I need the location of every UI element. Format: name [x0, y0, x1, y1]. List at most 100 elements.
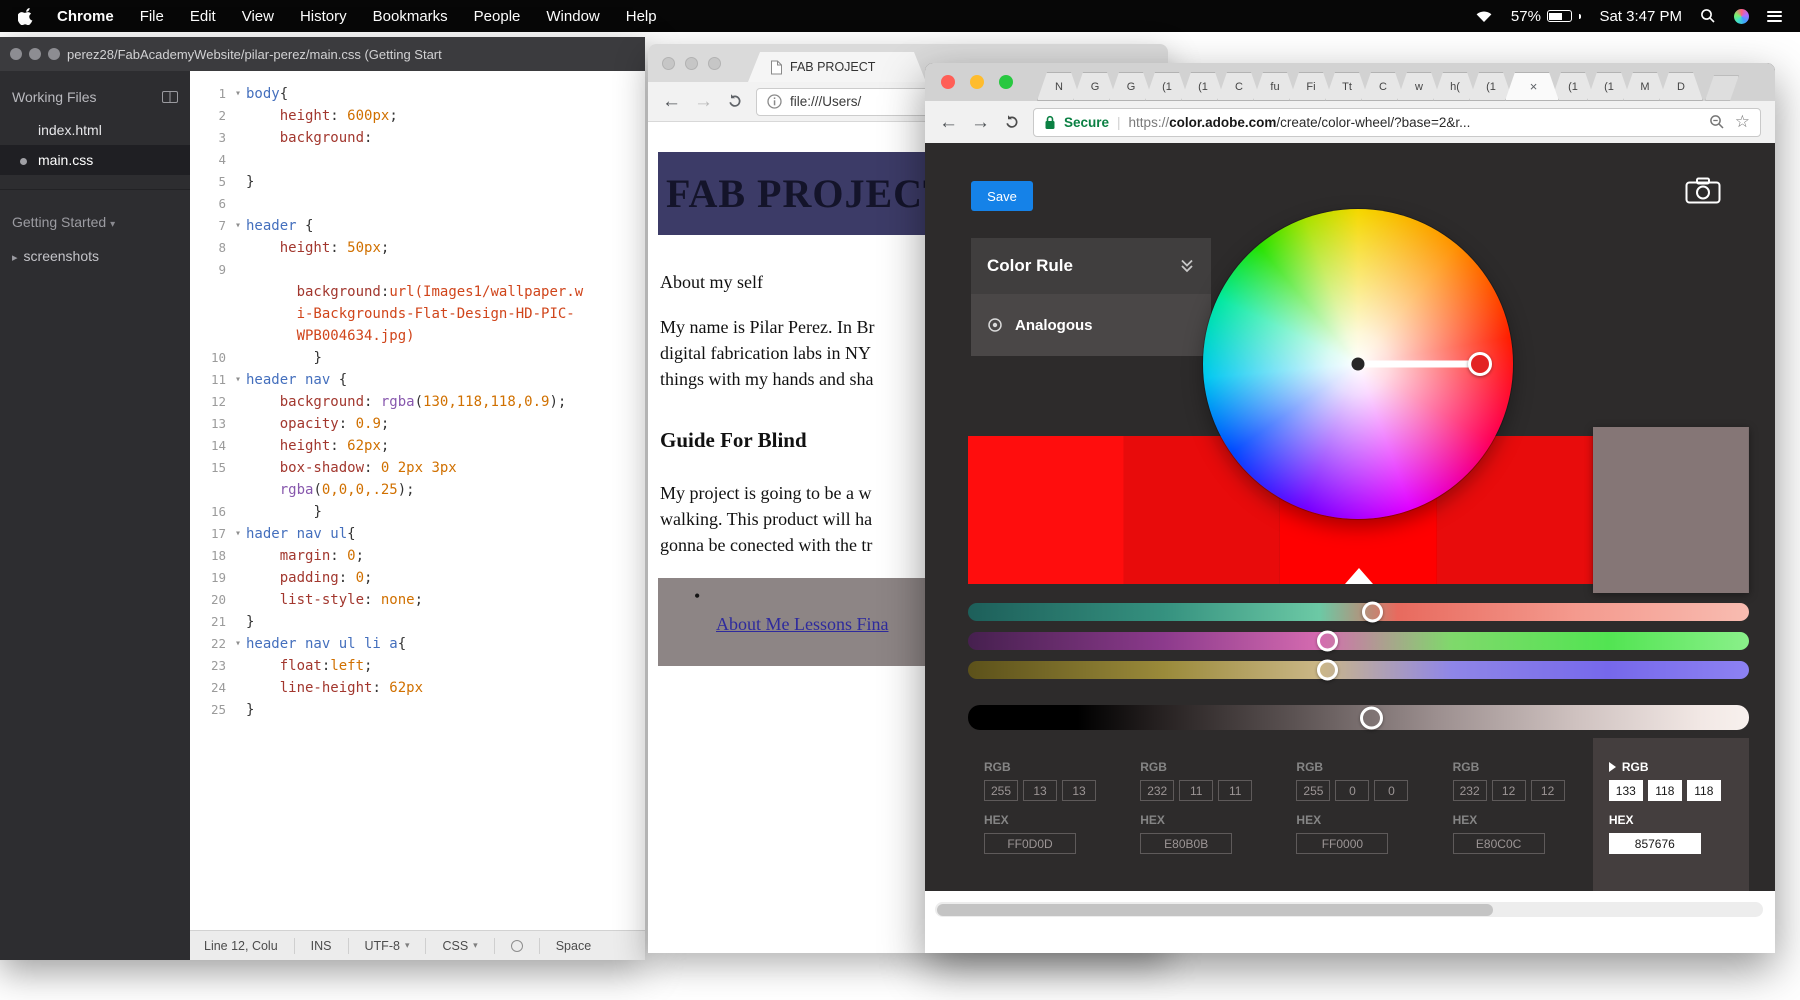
rgb-value-box[interactable]: 13 [1023, 780, 1057, 801]
split-view-icon[interactable] [162, 91, 178, 103]
browser-tab[interactable]: D [1659, 72, 1703, 101]
hex-value-box[interactable]: E80C0C [1452, 833, 1545, 854]
wifi-icon[interactable] [1475, 9, 1493, 23]
rgb-value-box[interactable]: 11 [1218, 780, 1253, 801]
statusbar-item[interactable]: Space [556, 939, 591, 953]
hex-value-box[interactable]: E80B0B [1140, 833, 1233, 854]
statusbar-item[interactable]: INS [311, 939, 332, 953]
scrollbar-thumb[interactable] [937, 903, 1493, 916]
rgb-value-box[interactable]: 232 [1452, 780, 1487, 801]
brightness-slider[interactable] [968, 705, 1749, 730]
info-icon[interactable] [767, 94, 782, 109]
notification-list-icon[interactable] [1767, 8, 1782, 24]
editor-titlebar[interactable]: perez28/FabAcademyWebsite/pilar-perez/ma… [0, 37, 645, 71]
siri-icon[interactable] [1734, 8, 1749, 24]
sidebar-folder-screenshots[interactable]: ▸ screenshots [0, 238, 190, 274]
color-swatch[interactable] [1592, 427, 1750, 593]
color-wheel[interactable] [1203, 209, 1513, 519]
close-window-icon[interactable] [662, 57, 675, 70]
menu-item-edit[interactable]: Edit [190, 8, 216, 25]
rgb-value-box[interactable]: 133 [1608, 780, 1643, 801]
tab-close-icon[interactable]: × [1530, 79, 1538, 94]
zoom-window-icon[interactable] [708, 57, 721, 70]
statusbar-item[interactable]: CSS ▾ [442, 939, 477, 953]
adobe-url-bar[interactable]: Secure | https://color.adobe.com/create/… [1033, 107, 1761, 137]
slider-handle[interactable] [1360, 706, 1383, 729]
close-window-icon[interactable] [941, 75, 955, 89]
browser-tab[interactable]: C [1217, 72, 1261, 101]
back-icon[interactable]: ← [662, 92, 681, 111]
slider-handle[interactable] [1362, 601, 1383, 623]
minimize-window-icon[interactable] [29, 48, 41, 60]
browser-tab[interactable]: N [1037, 72, 1081, 101]
browser-tab[interactable]: h( [1433, 72, 1477, 101]
hue-slider-3[interactable] [968, 659, 1749, 681]
code-editor[interactable]: 1 ▾ body{2 height: 600px; 3 background: 4 5} 6… [190, 71, 645, 930]
active-app-name[interactable]: Chrome [57, 8, 114, 25]
rgb-value-box[interactable]: 11 [1179, 780, 1214, 801]
search-icon[interactable] [1700, 8, 1716, 24]
reload-icon[interactable] [726, 93, 743, 110]
apple-icon[interactable] [18, 7, 33, 25]
forward-icon[interactable]: → [694, 92, 713, 111]
sidebar-file-index.html[interactable]: index.html [0, 115, 190, 145]
sidebar-file-main.css[interactable]: main.css [0, 145, 190, 175]
rgb-value-box[interactable]: 0 [1374, 780, 1409, 801]
horizontal-scrollbar[interactable] [935, 902, 1763, 917]
browser-tab-active[interactable]: × [1505, 72, 1559, 101]
browser-tab[interactable]: M [1623, 72, 1667, 101]
menu-item-help[interactable]: Help [626, 8, 657, 25]
rgb-value-box[interactable]: 255 [984, 780, 1018, 801]
color-rule-header[interactable]: Color Rule [971, 238, 1211, 294]
browser-tab-fab-project[interactable]: FAB PROJECT [748, 52, 926, 82]
browser-tab[interactable]: (1 [1551, 72, 1595, 101]
zoom-window-icon[interactable] [999, 75, 1013, 89]
wheel-pointer-handle[interactable] [1468, 352, 1492, 376]
hue-slider-2[interactable] [968, 630, 1749, 652]
zoom-icon[interactable] [1709, 114, 1725, 130]
menu-item-people[interactable]: People [474, 8, 521, 25]
battery-indicator[interactable]: 57% [1511, 8, 1582, 25]
hex-value-box[interactable]: FF0000 [1296, 833, 1389, 854]
slider-handle[interactable] [1317, 630, 1338, 652]
rule-option-analogous[interactable]: Analogous [971, 294, 1211, 356]
browser-tab[interactable]: Fi [1289, 72, 1333, 101]
browser-tab[interactable]: w [1397, 72, 1441, 101]
camera-icon[interactable] [1685, 177, 1721, 204]
browser-tab[interactable]: (1 [1145, 72, 1189, 101]
menubar-clock[interactable]: Sat 3:47 PM [1599, 8, 1682, 25]
reload-icon[interactable] [1003, 114, 1020, 131]
browser-tab[interactable]: Tt [1325, 72, 1369, 101]
bookmark-star-icon[interactable]: ☆ [1735, 112, 1750, 132]
browser-tab[interactable]: G [1109, 72, 1153, 101]
rgb-value-box[interactable]: 255 [1296, 780, 1331, 801]
slider-handle[interactable] [1317, 659, 1338, 681]
browser-tab[interactable]: G [1073, 72, 1117, 101]
menu-item-file[interactable]: File [140, 8, 164, 25]
hex-value-box[interactable]: FF0D0D [984, 833, 1076, 854]
menu-item-bookmarks[interactable]: Bookmarks [373, 8, 448, 25]
menu-item-history[interactable]: History [300, 8, 347, 25]
statusbar-item[interactable]: UTF-8 ▾ [365, 939, 410, 953]
rgb-value-box[interactable]: 118 [1647, 780, 1682, 801]
zoom-window-icon[interactable] [48, 48, 60, 60]
menu-item-window[interactable]: Window [546, 8, 599, 25]
about-me-link[interactable]: About Me Lessons Fina [716, 614, 889, 635]
browser-tab[interactable]: (1 [1469, 72, 1513, 101]
menu-item-view[interactable]: View [242, 8, 274, 25]
statusbar-lint-indicator[interactable] [510, 939, 523, 952]
minimize-window-icon[interactable] [970, 75, 984, 89]
new-tab-button[interactable] [1705, 75, 1739, 101]
browser-tab[interactable]: (1 [1587, 72, 1631, 101]
rgb-value-box[interactable]: 12 [1491, 780, 1526, 801]
rgb-value-box[interactable]: 232 [1140, 780, 1175, 801]
save-button[interactable]: Save [971, 181, 1033, 211]
minimize-window-icon[interactable] [685, 57, 698, 70]
back-icon[interactable]: ← [939, 113, 958, 132]
sidebar-section-getting-started[interactable]: Getting Started ▾ [0, 190, 190, 238]
rgb-value-box[interactable]: 0 [1335, 780, 1370, 801]
rgb-value-box[interactable]: 13 [1062, 780, 1096, 801]
browser-tab[interactable]: fu [1253, 72, 1297, 101]
close-window-icon[interactable] [10, 48, 22, 60]
color-swatch[interactable] [968, 436, 1125, 584]
